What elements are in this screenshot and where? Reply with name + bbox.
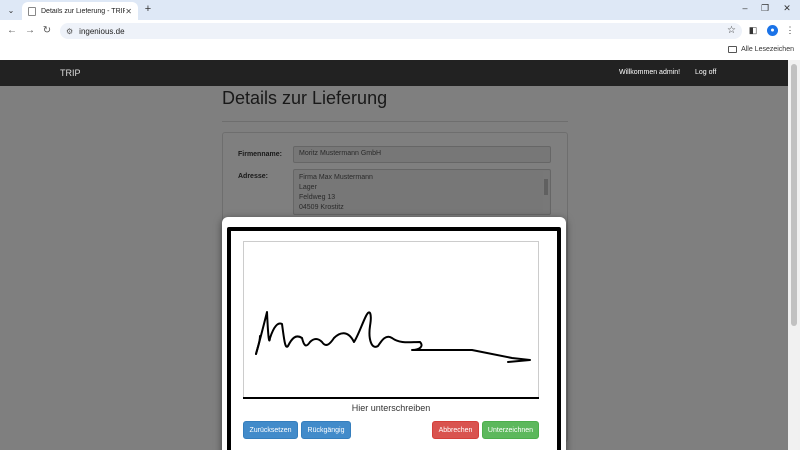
folder-icon — [728, 46, 738, 53]
brand-link[interactable]: TRIP — [60, 68, 81, 78]
forward-icon[interactable]: → — [23, 24, 37, 38]
signature-drawing — [255, 311, 531, 363]
signature-hint: Hier unterschreiben — [351, 403, 431, 413]
signature-pad: Hier unterschreiben Zurücksetzen Rückgän… — [231, 231, 557, 450]
back-icon[interactable]: ← — [5, 24, 19, 38]
browser-toolbar: ← → ↻ ⚙ ingenious.de ☆ ◧ ● ⋮ — [0, 20, 800, 42]
site-navbar: TRIP Willkommen admin! Log off — [0, 60, 800, 86]
address-bar[interactable]: ⚙ ingenious.de ☆ — [60, 23, 742, 39]
side-panel-icon[interactable]: ◧ — [747, 25, 759, 36]
logoff-link[interactable]: Log off — [695, 69, 716, 76]
browser-menu-icon[interactable]: ⋮ — [784, 25, 796, 36]
page-scroll-thumb[interactable] — [791, 64, 797, 326]
signature-frame: Hier unterschreiben Zurücksetzen Rückgän… — [227, 227, 561, 450]
undo-button[interactable]: Rückgängig — [301, 421, 351, 439]
all-bookmarks-label: Alle Lesezeichen — [741, 46, 794, 53]
bookmarks-bar: Alle Lesezeichen — [0, 42, 800, 60]
site-info-icon[interactable]: ⚙ — [66, 27, 73, 36]
cancel-button[interactable]: Abbrechen — [432, 421, 479, 439]
reload-icon[interactable]: ↻ — [40, 24, 54, 38]
url-text: ingenious.de — [79, 26, 125, 36]
welcome-link[interactable]: Willkommen admin! — [619, 69, 680, 76]
web-page: TRIP Willkommen admin! Log off Details z… — [0, 60, 800, 450]
browser-tab[interactable]: Details zur Lieferung - TRIP ✕ — [22, 2, 138, 20]
window-close-icon[interactable]: ✕ — [775, 3, 799, 14]
page-scrollbar[interactable] — [788, 60, 800, 450]
browser-tab-bar: ⌄ Details zur Lieferung - TRIP ✕ + – ❐ ✕ — [0, 0, 800, 20]
new-tab-icon[interactable]: + — [142, 3, 154, 16]
profile-avatar-icon[interactable]: ● — [767, 25, 778, 36]
tab-search-icon[interactable]: ⌄ — [4, 3, 18, 17]
tab-title: Details zur Lieferung - TRIP — [41, 7, 126, 15]
all-bookmarks-button[interactable]: Alle Lesezeichen — [728, 46, 794, 53]
reset-button[interactable]: Zurücksetzen — [243, 421, 298, 439]
bookmark-star-icon[interactable]: ☆ — [727, 25, 736, 36]
signature-canvas[interactable] — [243, 241, 539, 399]
close-tab-icon[interactable]: ✕ — [125, 7, 132, 16]
signature-modal: Hier unterschreiben Zurücksetzen Rückgän… — [222, 217, 566, 450]
signature-baseline — [243, 397, 539, 399]
page-favicon-icon — [28, 6, 36, 16]
restore-icon[interactable]: ❐ — [753, 3, 777, 14]
sign-button[interactable]: Unterzeichnen — [482, 421, 539, 439]
